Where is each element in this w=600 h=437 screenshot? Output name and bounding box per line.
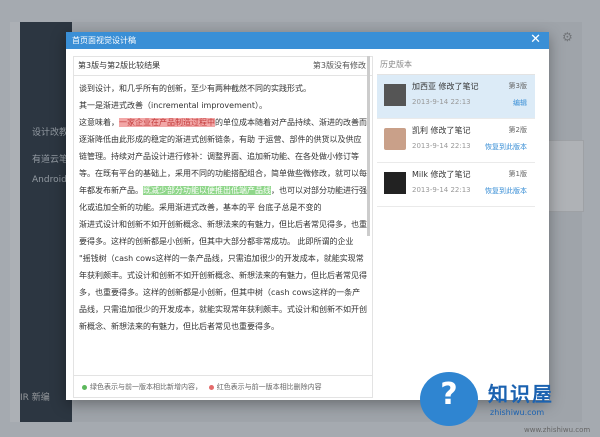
avatar xyxy=(384,128,406,150)
green-dot-icon xyxy=(82,384,87,390)
edit-link[interactable]: 编辑 xyxy=(513,98,527,108)
version-time: 2013-9-14 22:13 xyxy=(412,98,471,106)
version-author: Milk 修改了笔记 xyxy=(412,170,471,179)
version-time: 2013-9-14 22:13 xyxy=(412,142,471,150)
version-number: 第1版 xyxy=(508,170,527,178)
watermark-title: 知识屋 xyxy=(488,382,554,406)
history-title: 历史版本 xyxy=(377,56,535,75)
dialog-title: 首页面视觉设计稿 xyxy=(72,36,136,45)
avatar xyxy=(384,84,406,106)
content-paragraph: 谈到设计，和几乎所有的创新，至少有两种截然不同的实践形式。 xyxy=(79,84,311,93)
version-time: 2013-9-14 22:13 xyxy=(412,186,471,194)
restore-link[interactable]: 恢复到此版本 xyxy=(485,142,527,152)
compare-content: 谈到设计，和几乎所有的创新，至少有两种截然不同的实践形式。 其一是渐进式改善（i… xyxy=(74,76,372,378)
version-item[interactable]: Milk 修改了笔记 2013-9-14 22:13 第1版 恢复到此版本 xyxy=(377,163,535,207)
version-item[interactable]: 凯利 修改了笔记 2013-9-14 22:13 第2版 恢复到此版本 xyxy=(377,119,535,163)
content-paragraph: 其一是渐进式改善（incremental improvement）。 xyxy=(79,101,267,110)
restore-link[interactable]: 恢复到此版本 xyxy=(485,186,527,196)
legend-green: 绿色表示与前一版本相比新增内容， xyxy=(90,383,202,391)
watermark-url: zhishiwu.com xyxy=(490,408,545,417)
legend-red: 红色表示与前一版本相比删除内容 xyxy=(216,383,322,391)
history-panel: 历史版本 加西亚 修改了笔记 2013-9-14 22:13 第3版 编辑 凯利… xyxy=(377,56,535,396)
content-paragraph: 这意味着，一家企业在产品制造过程中的单位成本随着对产品持续、渐进的改善而逐渐降低… xyxy=(79,114,367,216)
compare-header: 第3版与第2版比较结果 第3版没有修改 xyxy=(74,57,372,76)
added-text: 既减少部分功能以便推出低端产品线 xyxy=(143,186,271,195)
deleted-text: 一家企业在产品制造过程中 xyxy=(119,118,215,127)
watermark-url-small: www.zhishiwu.com xyxy=(524,426,591,434)
version-number: 第2版 xyxy=(508,126,527,134)
version-author: 加西亚 修改了笔记 xyxy=(412,82,479,91)
version-item[interactable]: 加西亚 修改了笔记 2013-9-14 22:13 第3版 编辑 xyxy=(377,75,535,119)
content-scrollbar[interactable] xyxy=(367,56,370,236)
red-dot-icon xyxy=(208,384,214,390)
diff-legend: 绿色表示与前一版本相比新增内容， 红色表示与前一版本相比删除内容 xyxy=(74,375,372,397)
version-number: 第3版 xyxy=(508,82,527,90)
dialog-titlebar: 首页面视觉设计稿 ✕ xyxy=(66,32,549,49)
avatar xyxy=(384,172,406,194)
compare-panel: 第3版与第2版比较结果 第3版没有修改 谈到设计，和几乎所有的创新，至少有两种截… xyxy=(73,56,373,398)
close-icon[interactable]: ✕ xyxy=(530,31,541,48)
version-author: 凯利 修改了笔记 xyxy=(412,126,471,135)
version-compare-dialog: 首页面视觉设计稿 ✕ 第3版与第2版比较结果 第3版没有修改 谈到设计，和几乎所… xyxy=(66,32,549,400)
watermark-logo: ? 知识屋 zhishiwu.com xyxy=(408,372,596,432)
content-paragraph: 渐进式设计和创新不如开创新概念、新想法来的有魅力，但比后者常见得多，也重要得多。… xyxy=(79,220,367,331)
question-mark-icon: ? xyxy=(440,377,458,412)
text-segment: 的单位成本随着对产品持续、渐进的改善而逐渐降低由此形成的稳定的渐进式创新链条，有… xyxy=(79,118,367,195)
text-segment: 这意味着， xyxy=(79,118,119,127)
compare-title: 第3版与第2版比较结果 xyxy=(78,61,161,70)
compare-status: 第3版没有修改 xyxy=(312,61,366,70)
